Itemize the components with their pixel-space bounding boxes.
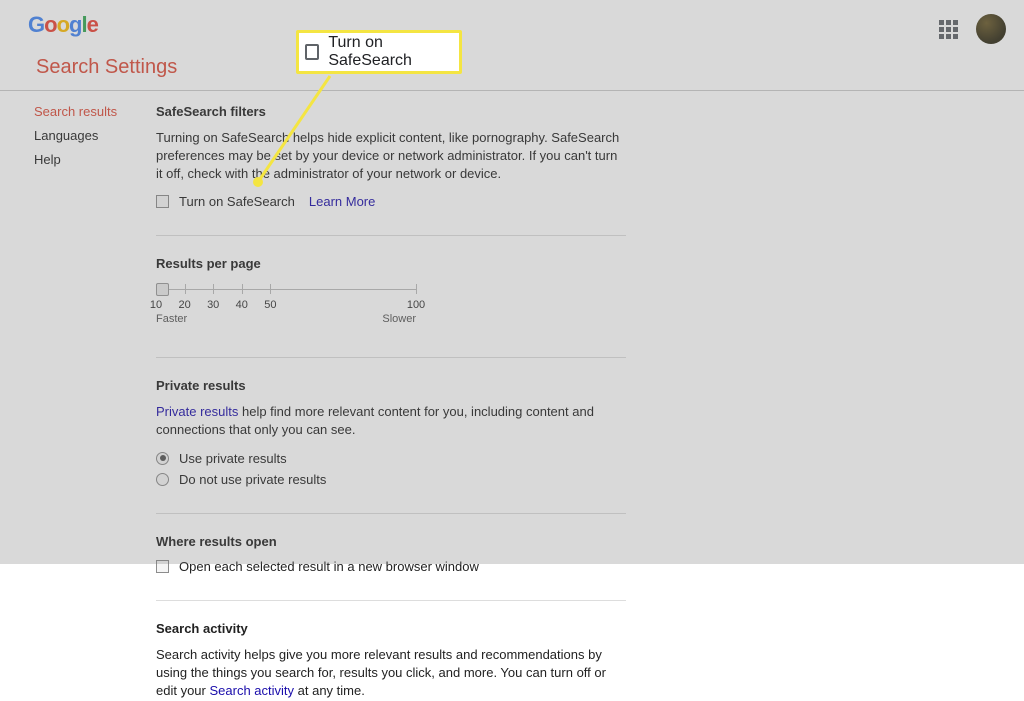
search-activity-title: Search activity: [156, 621, 626, 636]
sidebar: Search results Languages Help: [0, 104, 156, 564]
page-title: Search Settings: [36, 56, 1002, 79]
sidebar-item-languages[interactable]: Languages: [34, 128, 156, 143]
safesearch-checkbox[interactable]: [156, 195, 169, 208]
results-per-page-slider[interactable]: 1020304050100 Faster Slower: [156, 283, 416, 331]
logo-char: g: [69, 12, 81, 37]
slider-faster-label: Faster: [156, 313, 187, 325]
use-private-results-label: Use private results: [179, 451, 287, 466]
topbar: Google Search Settings: [0, 0, 1024, 90]
slider-tick-label: 20: [178, 299, 190, 311]
safesearch-description: Turning on SafeSearch helps hide explici…: [156, 129, 626, 184]
where-results-open-title: Where results open: [156, 534, 626, 549]
open-new-window-checkbox[interactable]: [156, 560, 169, 573]
section-divider: [156, 513, 626, 514]
logo-char: e: [87, 12, 98, 37]
sidebar-item-search-results[interactable]: Search results: [34, 104, 156, 119]
callout-turn-on-safesearch: Turn on SafeSearch: [296, 30, 462, 74]
slider-tick-label: 30: [207, 299, 219, 311]
callout-label: Turn on SafeSearch: [328, 34, 451, 70]
open-new-window-label: Open each selected result in a new brows…: [179, 559, 479, 574]
google-logo[interactable]: Google: [28, 12, 1002, 38]
slider-tick-label: 10: [150, 299, 162, 311]
private-results-title: Private results: [156, 378, 626, 393]
account-avatar[interactable]: [976, 14, 1006, 44]
search-activity-link[interactable]: Search activity: [209, 683, 294, 698]
use-private-results-radio[interactable]: [156, 452, 169, 465]
section-divider: [156, 357, 626, 358]
logo-char: G: [28, 12, 44, 37]
slider-tick-label: 40: [236, 299, 248, 311]
callout-checkbox-icon: [305, 44, 319, 60]
search-activity-description: Search activity helps give you more rele…: [156, 646, 626, 701]
header-divider: [0, 90, 1024, 91]
results-per-page-title: Results per page: [156, 256, 626, 271]
do-not-use-private-results-radio[interactable]: [156, 473, 169, 486]
apps-icon[interactable]: [939, 20, 958, 39]
slider-tick-label: 100: [407, 299, 425, 311]
logo-char: o: [57, 12, 69, 37]
slider-tick-label: 50: [264, 299, 276, 311]
safesearch-title: SafeSearch filters: [156, 104, 626, 119]
safesearch-learn-more-link[interactable]: Learn More: [309, 194, 375, 209]
private-results-description: Private results help find more relevant …: [156, 403, 626, 439]
do-not-use-private-results-label: Do not use private results: [179, 472, 326, 487]
logo-char: o: [44, 12, 56, 37]
safesearch-checkbox-label: Turn on SafeSearch: [179, 194, 295, 209]
sidebar-item-help[interactable]: Help: [34, 152, 156, 167]
slider-slower-label: Slower: [382, 313, 416, 325]
main-content: SafeSearch filters Turning on SafeSearch…: [156, 104, 626, 564]
section-divider: [156, 600, 626, 601]
section-divider: [156, 235, 626, 236]
slider-knob[interactable]: [156, 283, 169, 296]
private-results-link[interactable]: Private results: [156, 404, 238, 419]
